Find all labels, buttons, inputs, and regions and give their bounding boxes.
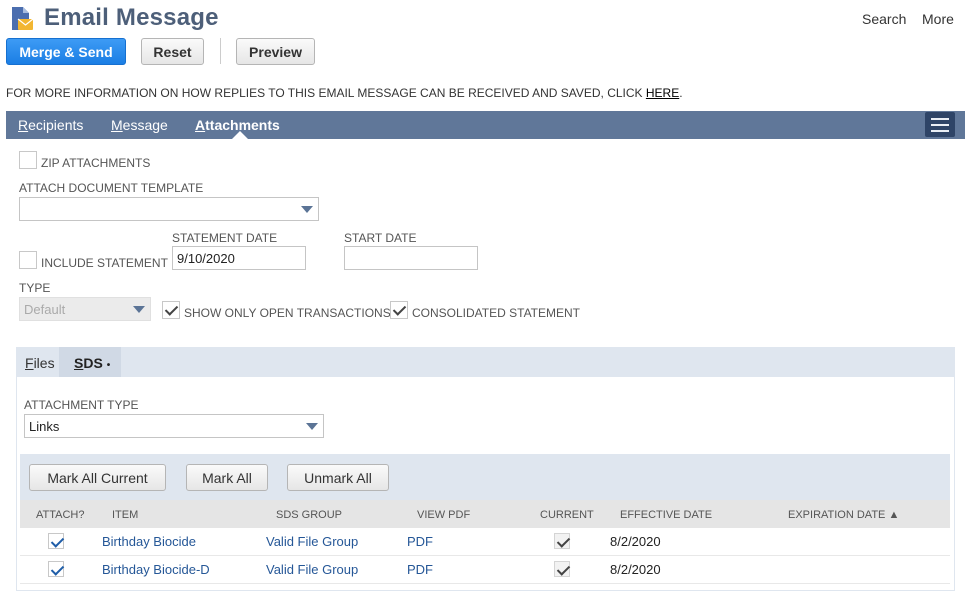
type-select[interactable]: Default — [19, 297, 151, 321]
include-statement-label: INCLUDE STATEMENT — [41, 256, 168, 270]
open-transactions-label: SHOW ONLY OPEN TRANSACTIONS — [184, 306, 391, 320]
col-item[interactable]: ITEM — [112, 509, 138, 521]
email-document-icon — [10, 6, 34, 32]
view-pdf-link[interactable]: PDF — [407, 534, 433, 549]
subtab-files-label: iles — [33, 355, 55, 371]
active-tab-pointer — [232, 131, 248, 139]
table-row: Birthday Biocide Valid File Group PDF 8/… — [20, 528, 950, 556]
item-link[interactable]: Birthday Biocide — [102, 534, 196, 549]
table-row: Birthday Biocide-D Valid File Group PDF … — [20, 556, 950, 584]
start-date-label: START DATE — [344, 231, 417, 245]
attachment-type-label: ATTACHMENT TYPE — [24, 398, 139, 412]
doc-template-label: ATTACH DOCUMENT TEMPLATE — [19, 181, 204, 195]
col-view-pdf[interactable]: VIEW PDF — [417, 509, 470, 521]
menu-icon[interactable] — [925, 112, 955, 137]
col-current[interactable]: CURRENT — [540, 509, 594, 521]
info-text: FOR MORE INFORMATION ON HOW REPLIES TO T… — [6, 86, 683, 100]
mark-all-current-button[interactable]: Mark All Current — [29, 464, 166, 491]
subtab-files-accesskey: F — [25, 355, 34, 371]
zip-attachments-label: ZIP ATTACHMENTS — [41, 156, 151, 170]
open-transactions-checkbox[interactable] — [162, 301, 180, 319]
tab-attachments-accesskey: A — [195, 117, 206, 133]
sds-group-link[interactable]: Valid File Group — [266, 534, 358, 549]
effective-date: 8/2/2020 — [610, 534, 661, 549]
preview-button[interactable]: Preview — [236, 38, 315, 65]
subtab-files[interactable]: Files — [25, 355, 55, 371]
tab-recipients-accesskey: R — [18, 117, 29, 133]
view-pdf-link[interactable]: PDF — [407, 562, 433, 577]
tab-message-accesskey: M — [111, 117, 123, 133]
include-statement-checkbox[interactable] — [19, 251, 37, 269]
search-link[interactable]: Search — [862, 11, 906, 27]
mark-all-button[interactable]: Mark All — [186, 464, 268, 491]
item-link[interactable]: Birthday Biocide-D — [102, 562, 210, 577]
subtab-sds-accesskey: S — [74, 355, 84, 371]
info-text-body: FOR MORE INFORMATION ON HOW REPLIES TO T… — [6, 86, 646, 100]
subtab-sds-marker: • — [106, 360, 111, 371]
here-link[interactable]: HERE — [646, 86, 679, 100]
type-chevron-down-icon — [133, 306, 145, 313]
grid-header: ATTACH? ITEM SDS GROUP VIEW PDF CURRENT … — [20, 500, 950, 528]
consolidated-statement-label: CONSOLIDATED STATEMENT — [412, 306, 581, 320]
doc-template-select[interactable] — [19, 197, 319, 221]
type-label: TYPE — [19, 281, 51, 295]
subtab-sds[interactable]: SDS • — [74, 355, 110, 371]
col-sds-group[interactable]: SDS GROUP — [276, 509, 342, 521]
statement-date-label: STATEMENT DATE — [172, 231, 278, 245]
attach-checkbox[interactable] — [48, 561, 64, 577]
current-checkbox — [554, 533, 570, 549]
sds-group-link[interactable]: Valid File Group — [266, 562, 358, 577]
chevron-down-icon — [301, 206, 313, 213]
page-title: Email Message — [44, 4, 219, 31]
more-link[interactable]: More — [922, 11, 954, 27]
effective-date: 8/2/2020 — [610, 562, 661, 577]
unmark-all-button[interactable]: Unmark All — [287, 464, 389, 491]
tab-recipients[interactable]: Recipients — [18, 117, 83, 133]
statement-date-field[interactable]: 9/10/2020 — [172, 246, 306, 270]
zip-attachments-checkbox[interactable] — [19, 151, 37, 169]
merge-send-button[interactable]: Merge & Send — [6, 38, 126, 65]
tab-message-label: essage — [122, 117, 168, 133]
reset-button[interactable]: Reset — [141, 38, 204, 65]
attachment-type-select[interactable]: Links — [24, 414, 324, 438]
attachment-type-chevron-down-icon — [306, 423, 318, 430]
attach-checkbox[interactable] — [48, 533, 64, 549]
tab-recipients-label: ecipients — [28, 117, 84, 133]
col-effective-date[interactable]: EFFECTIVE DATE — [620, 509, 712, 521]
current-checkbox — [554, 561, 570, 577]
col-expiration-date[interactable]: EXPIRATION DATE ▲ — [788, 509, 899, 521]
toolbar-separator — [220, 38, 221, 64]
consolidated-statement-checkbox[interactable] — [390, 301, 408, 319]
subtab-bar — [16, 347, 955, 377]
info-text-suffix: . — [679, 86, 683, 100]
start-date-field[interactable] — [344, 246, 478, 270]
col-attach[interactable]: ATTACH? — [36, 509, 85, 521]
subtab-sds-label: DS — [83, 355, 103, 371]
main-tab-bar: Recipients Message Attachments — [6, 111, 965, 139]
tab-message[interactable]: Message — [111, 117, 168, 133]
